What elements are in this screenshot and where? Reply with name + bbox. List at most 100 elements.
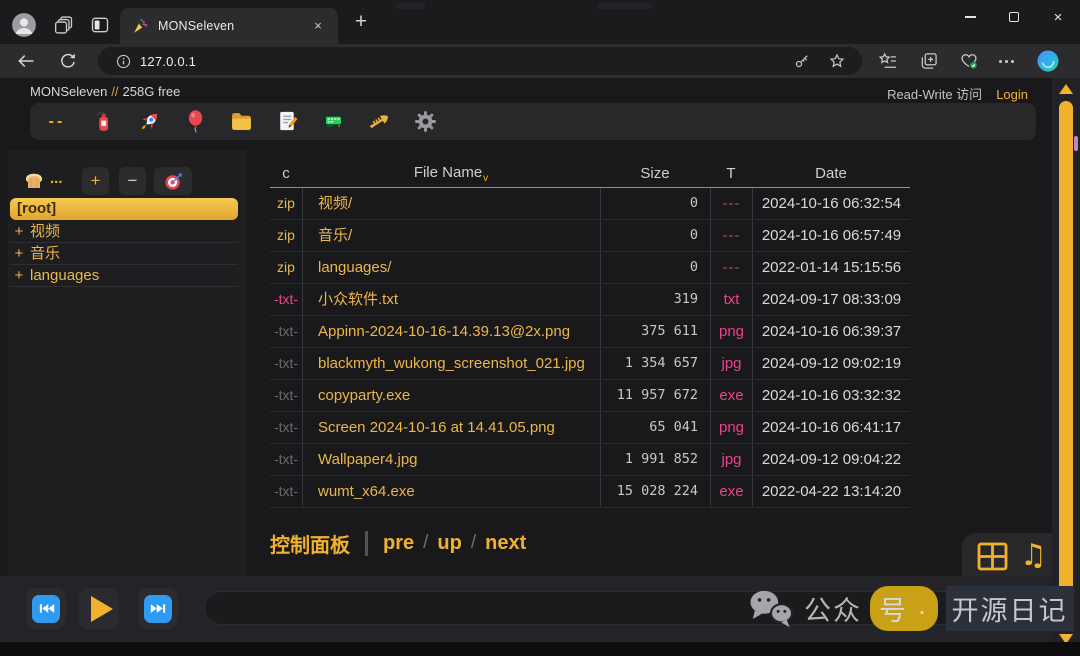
next-page-link[interactable]: next <box>485 532 526 555</box>
folder-tree-sidebar: ... + − [root] + 视频 + 音乐 + languages <box>8 150 247 576</box>
favorite-star-icon[interactable] <box>828 52 846 70</box>
collections-icon[interactable] <box>919 51 939 71</box>
login-link[interactable]: Login <box>996 87 1028 102</box>
scrollbar-up-arrow[interactable] <box>1059 84 1073 94</box>
file-link[interactable]: languages/ <box>302 252 600 283</box>
file-type: jpg <box>710 444 752 475</box>
gear-icon[interactable] <box>412 109 438 135</box>
col-header-type[interactable]: T <box>710 165 752 182</box>
balloon-icon[interactable] <box>182 109 208 135</box>
address-bar[interactable]: 127.0.0.1 <box>98 47 862 75</box>
row-action-link[interactable]: zip <box>270 220 302 251</box>
file-type: --- <box>710 252 752 283</box>
previous-track-button[interactable] <box>26 588 66 629</box>
maximize-button[interactable] <box>992 0 1036 34</box>
table-row: -txt- copyparty.exe 11 957 672 exe 2024-… <box>270 380 910 412</box>
up-dir-link[interactable]: up <box>437 532 461 555</box>
row-action-link[interactable]: -txt- <box>270 348 302 379</box>
favorites-list-icon[interactable] <box>878 51 898 71</box>
browser-essentials-icon[interactable] <box>959 51 979 71</box>
expand-plus-icon[interactable]: + <box>10 265 28 286</box>
access-level-label: Read-Write 访问 <box>887 87 982 102</box>
col-header-date[interactable]: Date <box>752 165 910 182</box>
profile-avatar-icon[interactable] <box>12 13 36 37</box>
scrollbar-thumb[interactable] <box>1059 101 1073 617</box>
row-action-link[interactable]: zip <box>270 188 302 219</box>
minimize-button[interactable] <box>948 0 992 34</box>
footer-navigation: 控制面板 pre / up / next <box>270 527 526 559</box>
col-header-c[interactable]: c <box>270 165 302 182</box>
file-link[interactable]: copyparty.exe <box>302 380 600 411</box>
more-menu-icon[interactable] <box>999 51 1019 71</box>
copilot-icon[interactable] <box>1036 49 1060 73</box>
memo-icon[interactable] <box>274 109 300 135</box>
rocket-icon[interactable] <box>136 109 162 135</box>
table-row: zip 音乐/ 0 --- 2024-10-16 06:57:49 <box>270 220 910 252</box>
trumpet-icon[interactable] <box>366 109 392 135</box>
prev-page-link[interactable]: pre <box>383 532 414 555</box>
row-action-link[interactable]: -txt- <box>270 476 302 507</box>
sidebar-item-视频[interactable]: + 视频 <box>10 221 238 243</box>
browser-tab[interactable]: MONSeleven × <box>120 8 338 44</box>
control-panel-link[interactable]: 控制面板 <box>270 529 350 558</box>
pager-icon[interactable] <box>320 109 346 135</box>
dashes-button[interactable]: -- <box>44 113 70 131</box>
file-date: 2024-09-12 09:02:19 <box>752 348 910 379</box>
tree-expand-button[interactable]: + <box>82 167 109 195</box>
new-tab-button[interactable]: + <box>349 11 373 35</box>
expand-plus-icon[interactable]: + <box>10 243 28 264</box>
fire-extinguisher-icon[interactable] <box>90 109 116 135</box>
music-note-icon[interactable]: ♫ <box>1020 541 1047 571</box>
play-button[interactable] <box>79 588 119 629</box>
server-title: MONSeleven//258G free <box>30 84 180 99</box>
folder-label: languages <box>28 265 99 286</box>
file-link[interactable]: blackmyth_wukong_screenshot_021.jpg <box>302 348 600 379</box>
row-action-link[interactable]: -txt- <box>270 444 302 475</box>
expand-plus-icon[interactable]: + <box>10 221 28 242</box>
file-size: 375 611 <box>600 316 710 347</box>
row-action-link[interactable]: -txt- <box>270 412 302 443</box>
table-row: zip 视频/ 0 --- 2024-10-16 06:32:54 <box>270 188 910 220</box>
file-date: 2024-09-17 08:33:09 <box>752 284 910 315</box>
tree-more-button[interactable]: ... <box>50 170 63 187</box>
bread-icon[interactable] <box>22 169 46 193</box>
grid-view-icon[interactable] <box>977 542 1008 571</box>
file-type: exe <box>710 476 752 507</box>
file-link[interactable]: Screen 2024-10-16 at 14.41.05.png <box>302 412 600 443</box>
vertical-tabs-icon[interactable] <box>90 15 110 35</box>
tree-collapse-button[interactable]: − <box>119 167 146 195</box>
col-header-name[interactable]: File Namev <box>302 164 600 184</box>
site-info-icon[interactable] <box>115 53 132 70</box>
sidebar-item-languages[interactable]: + languages <box>10 265 238 287</box>
row-action-link[interactable]: -txt- <box>270 380 302 411</box>
row-action-link[interactable]: zip <box>270 252 302 283</box>
close-window-button[interactable]: × <box>1036 0 1080 34</box>
row-action-link[interactable]: -txt- <box>270 284 302 315</box>
file-size: 0 <box>600 252 710 283</box>
password-key-icon[interactable] <box>793 52 811 70</box>
next-track-button[interactable] <box>138 588 178 629</box>
file-link[interactable]: 小众软件.txt <box>302 284 600 315</box>
file-date: 2024-10-16 06:57:49 <box>752 220 910 251</box>
file-link[interactable]: Wallpaper4.jpg <box>302 444 600 475</box>
file-link[interactable]: 视频/ <box>302 188 600 219</box>
refresh-icon[interactable] <box>58 51 78 71</box>
sidebar-item-音乐[interactable]: + 音乐 <box>10 243 238 265</box>
file-link[interactable]: 音乐/ <box>302 220 600 251</box>
table-header-row: c File Namev Size T Date <box>270 160 910 188</box>
workspaces-icon[interactable] <box>54 15 74 35</box>
file-link[interactable]: Appinn-2024-10-16-14.39.13@2x.png <box>302 316 600 347</box>
watermark-text-plain: 公众 <box>804 589 862 628</box>
row-action-link[interactable]: -txt- <box>270 316 302 347</box>
back-icon[interactable] <box>16 51 36 71</box>
tab-close-icon[interactable]: × <box>308 16 328 36</box>
wechat-icon <box>746 587 796 629</box>
sidebar-item-root[interactable]: [root] <box>10 198 238 220</box>
server-host[interactable]: MONSeleven <box>30 84 107 99</box>
col-header-size[interactable]: Size <box>600 165 710 182</box>
scroll-to-folder-button[interactable] <box>154 167 192 195</box>
folder-icon[interactable] <box>228 109 254 135</box>
url-text[interactable]: 127.0.0.1 <box>140 54 196 69</box>
file-size: 1 354 657 <box>600 348 710 379</box>
file-link[interactable]: wumt_x64.exe <box>302 476 600 507</box>
